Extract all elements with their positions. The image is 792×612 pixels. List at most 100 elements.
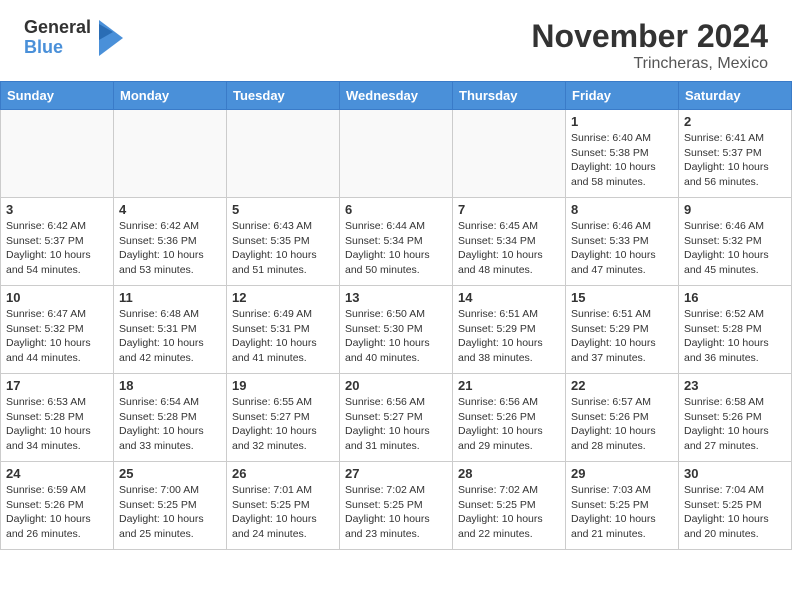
- day-number: 28: [458, 466, 560, 481]
- calendar-cell: 25Sunrise: 7:00 AMSunset: 5:25 PMDayligh…: [114, 462, 227, 550]
- calendar-cell: 24 Sunrise: 6:59 AMSunset: 5:26 PMDayligh…: [1, 462, 114, 550]
- day-info: Sunrise: 6:48 AMSunset: 5:31 PMDaylight:…: [119, 307, 221, 366]
- day-number: 20: [345, 378, 447, 393]
- calendar-cell: 5 Sunrise: 6:43 AMSunset: 5:35 PMDaylight…: [227, 198, 340, 286]
- day-number: 12: [232, 290, 334, 305]
- day-info: Sunrise: 6:51 AMSunset: 5:29 PMDaylight:…: [571, 307, 673, 366]
- day-number: 5: [232, 202, 334, 217]
- calendar-week-row: 1Sunrise: 6:40 AMSunset: 5:38 PMDaylight…: [1, 110, 792, 198]
- day-info: Sunrise: 6:51 AMSunset: 5:29 PMDaylight:…: [458, 307, 560, 366]
- day-number: 1: [571, 114, 673, 129]
- day-number: 9: [684, 202, 786, 217]
- day-number: 30: [684, 466, 786, 481]
- day-info: Sunrise: 6:49 AMSunset: 5:31 PMDaylight:…: [232, 307, 334, 366]
- day-number: 11: [119, 290, 221, 305]
- day-info: Sunrise: 6:44 AMSunset: 5:34 PMDaylight:…: [345, 219, 447, 278]
- day-number: 19: [232, 378, 334, 393]
- day-info: Sunrise: 7:01 AMSunset: 5:25 PMDaylight:…: [232, 483, 334, 542]
- calendar-cell: 26 Sunrise: 7:01 AMSunset: 5:25 PMDayligh…: [227, 462, 340, 550]
- day-of-week-saturday: Saturday: [679, 82, 792, 110]
- calendar-cell: 11 Sunrise: 6:48 AMSunset: 5:31 PMDayligh…: [114, 286, 227, 374]
- calendar-cell: 1Sunrise: 6:40 AMSunset: 5:38 PMDaylight…: [566, 110, 679, 198]
- day-number: 23: [684, 378, 786, 393]
- day-number: 15: [571, 290, 673, 305]
- day-number: 10: [6, 290, 108, 305]
- calendar-cell: 21 Sunrise: 6:56 AMSunset: 5:26 PMDayligh…: [453, 374, 566, 462]
- calendar-week-row: 10 Sunrise: 6:47 AMSunset: 5:32 PMDayligh…: [1, 286, 792, 374]
- logo-blue: Blue: [24, 38, 91, 58]
- calendar-cell: 19 Sunrise: 6:55 AMSunset: 5:27 PMDayligh…: [227, 374, 340, 462]
- day-number: 17: [6, 378, 108, 393]
- day-number: 6: [345, 202, 447, 217]
- day-info: Sunrise: 6:46 AMSunset: 5:33 PMDaylight:…: [571, 219, 673, 278]
- calendar-table: SundayMondayTuesdayWednesdayThursdayFrid…: [0, 81, 792, 550]
- day-number: 4: [119, 202, 221, 217]
- day-number: 7: [458, 202, 560, 217]
- day-number: 14: [458, 290, 560, 305]
- day-info: Sunrise: 6:55 AMSunset: 5:27 PMDaylight:…: [232, 395, 334, 454]
- month-title: November 2024: [531, 18, 768, 55]
- day-number: 16: [684, 290, 786, 305]
- day-number: 29: [571, 466, 673, 481]
- day-info: Sunrise: 6:58 AMSunset: 5:26 PMDaylight:…: [684, 395, 786, 454]
- calendar-cell: 2 Sunrise: 6:41 AMSunset: 5:37 PMDaylight…: [679, 110, 792, 198]
- calendar-cell: 13 Sunrise: 6:50 AMSunset: 5:30 PMDayligh…: [340, 286, 453, 374]
- logo-text: General Blue: [24, 18, 91, 58]
- calendar-cell: 20 Sunrise: 6:56 AMSunset: 5:27 PMDayligh…: [340, 374, 453, 462]
- day-number: 24: [6, 466, 108, 481]
- day-info: Sunrise: 6:57 AMSunset: 5:26 PMDaylight:…: [571, 395, 673, 454]
- day-info: Sunrise: 6:50 AMSunset: 5:30 PMDaylight:…: [345, 307, 447, 366]
- calendar-cell: 10 Sunrise: 6:47 AMSunset: 5:32 PMDayligh…: [1, 286, 114, 374]
- day-of-week-sunday: Sunday: [1, 82, 114, 110]
- day-of-week-tuesday: Tuesday: [227, 82, 340, 110]
- day-number: 2: [684, 114, 786, 129]
- day-info: Sunrise: 6:47 AMSunset: 5:32 PMDaylight:…: [6, 307, 108, 366]
- calendar-cell: [453, 110, 566, 198]
- calendar-cell: 22 Sunrise: 6:57 AMSunset: 5:26 PMDayligh…: [566, 374, 679, 462]
- day-info: Sunrise: 6:43 AMSunset: 5:35 PMDaylight:…: [232, 219, 334, 278]
- day-number: 18: [119, 378, 221, 393]
- day-info: Sunrise: 6:41 AMSunset: 5:37 PMDaylight:…: [684, 131, 786, 190]
- calendar-cell: [1, 110, 114, 198]
- calendar-cell: 28Sunrise: 7:02 AMSunset: 5:25 PMDayligh…: [453, 462, 566, 550]
- calendar-cell: 23 Sunrise: 6:58 AMSunset: 5:26 PMDayligh…: [679, 374, 792, 462]
- calendar-week-row: 17 Sunrise: 6:53 AMSunset: 5:28 PMDayligh…: [1, 374, 792, 462]
- day-number: 22: [571, 378, 673, 393]
- calendar-cell: 18Sunrise: 6:54 AMSunset: 5:28 PMDayligh…: [114, 374, 227, 462]
- calendar-cell: 8 Sunrise: 6:46 AMSunset: 5:33 PMDaylight…: [566, 198, 679, 286]
- logo-icon: [95, 20, 123, 56]
- day-of-week-friday: Friday: [566, 82, 679, 110]
- calendar-cell: 30 Sunrise: 7:04 AMSunset: 5:25 PMDayligh…: [679, 462, 792, 550]
- page-header: General Blue November 2024 Trincheras, M…: [0, 0, 792, 81]
- logo-general: General: [24, 18, 91, 38]
- calendar-cell: 16Sunrise: 6:52 AMSunset: 5:28 PMDayligh…: [679, 286, 792, 374]
- calendar-cell: [114, 110, 227, 198]
- title-block: November 2024 Trincheras, Mexico: [531, 18, 768, 73]
- day-info: Sunrise: 7:04 AMSunset: 5:25 PMDaylight:…: [684, 483, 786, 542]
- day-info: Sunrise: 6:56 AMSunset: 5:26 PMDaylight:…: [458, 395, 560, 454]
- day-of-week-monday: Monday: [114, 82, 227, 110]
- day-number: 8: [571, 202, 673, 217]
- calendar-cell: 7 Sunrise: 6:45 AMSunset: 5:34 PMDaylight…: [453, 198, 566, 286]
- day-info: Sunrise: 6:45 AMSunset: 5:34 PMDaylight:…: [458, 219, 560, 278]
- day-info: Sunrise: 6:56 AMSunset: 5:27 PMDaylight:…: [345, 395, 447, 454]
- day-number: 3: [6, 202, 108, 217]
- day-info: Sunrise: 6:53 AMSunset: 5:28 PMDaylight:…: [6, 395, 108, 454]
- day-of-week-thursday: Thursday: [453, 82, 566, 110]
- calendar-cell: [227, 110, 340, 198]
- calendar-header-row: SundayMondayTuesdayWednesdayThursdayFrid…: [1, 82, 792, 110]
- calendar-cell: 15 Sunrise: 6:51 AMSunset: 5:29 PMDayligh…: [566, 286, 679, 374]
- calendar-cell: 3Sunrise: 6:42 AMSunset: 5:37 PMDaylight…: [1, 198, 114, 286]
- calendar-cell: 6 Sunrise: 6:44 AMSunset: 5:34 PMDaylight…: [340, 198, 453, 286]
- day-number: 13: [345, 290, 447, 305]
- day-number: 21: [458, 378, 560, 393]
- calendar-cell: 9Sunrise: 6:46 AMSunset: 5:32 PMDaylight…: [679, 198, 792, 286]
- calendar-week-row: 3Sunrise: 6:42 AMSunset: 5:37 PMDaylight…: [1, 198, 792, 286]
- calendar-cell: [340, 110, 453, 198]
- day-number: 26: [232, 466, 334, 481]
- calendar-cell: 27Sunrise: 7:02 AMSunset: 5:25 PMDayligh…: [340, 462, 453, 550]
- day-info: Sunrise: 7:02 AMSunset: 5:25 PMDaylight:…: [345, 483, 447, 542]
- day-number: 25: [119, 466, 221, 481]
- day-info: Sunrise: 6:59 AMSunset: 5:26 PMDaylight:…: [6, 483, 108, 542]
- calendar-week-row: 24 Sunrise: 6:59 AMSunset: 5:26 PMDayligh…: [1, 462, 792, 550]
